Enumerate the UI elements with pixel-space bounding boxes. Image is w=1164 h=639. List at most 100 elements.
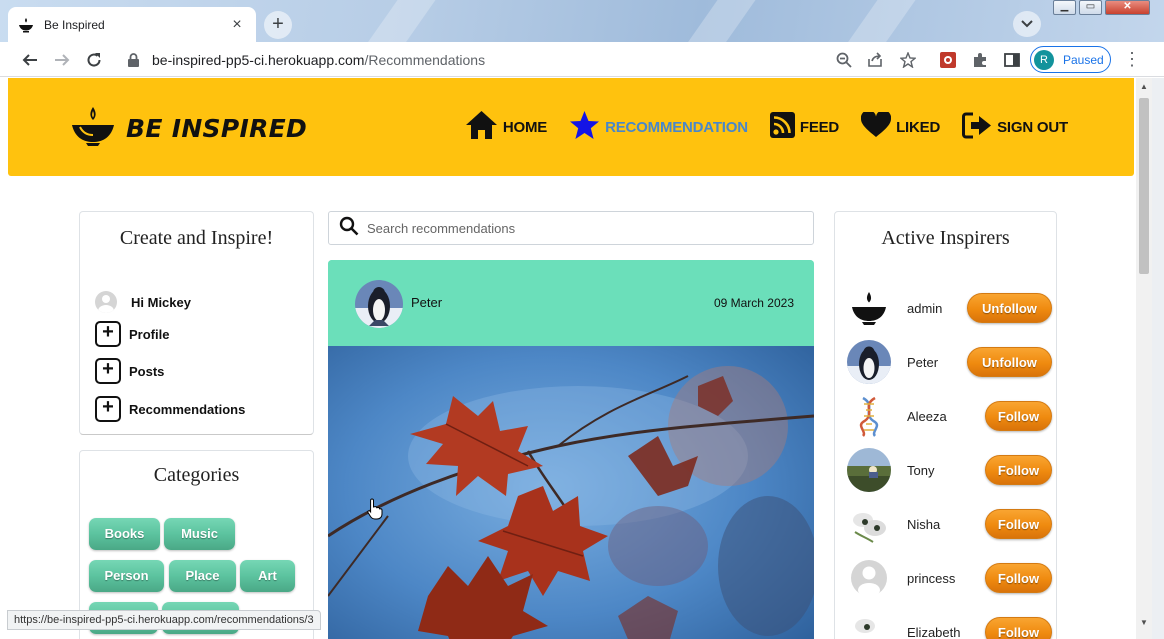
post-author[interactable]: Peter xyxy=(411,295,442,310)
follow-button[interactable]: Follow xyxy=(985,563,1052,593)
profile-status: Paused xyxy=(1063,52,1104,67)
plus-square-icon: + xyxy=(95,396,121,422)
nav-home[interactable]: HOME xyxy=(465,110,547,145)
category-chip-art[interactable]: Art xyxy=(240,560,295,592)
post-author-avatar[interactable] xyxy=(355,280,403,328)
page-viewport: BE INSPIRED HOME RECOMMENDATION FEED LIK… xyxy=(0,78,1136,639)
active-inspirers-card: Active Inspirers admin Unfollow Peter Un… xyxy=(834,211,1057,639)
minimize-window-button[interactable]: ▁ xyxy=(1053,0,1076,15)
unfollow-button[interactable]: Unfollow xyxy=(967,347,1052,377)
close-window-button[interactable]: ✕ xyxy=(1105,0,1150,15)
home-icon xyxy=(465,110,498,145)
nav-liked-label: LIKED xyxy=(896,119,941,136)
category-chip-music[interactable]: Music xyxy=(164,518,235,550)
add-posts-link[interactable]: + Posts xyxy=(95,358,164,384)
inspirer-name[interactable]: princess xyxy=(907,571,967,586)
share-icon[interactable] xyxy=(865,50,885,70)
window-controls: ▁ ▭ ✕ xyxy=(1050,0,1150,15)
main-navigation: HOME RECOMMENDATION FEED LIKED SIGN OUT xyxy=(443,110,1068,145)
site-navbar: BE INSPIRED HOME RECOMMENDATION FEED LIK… xyxy=(8,78,1134,176)
follow-button[interactable]: Follow xyxy=(985,401,1052,431)
forward-arrow-icon[interactable] xyxy=(50,48,74,72)
extension-icon[interactable] xyxy=(938,50,958,70)
add-recommendations-link[interactable]: + Recommendations xyxy=(95,396,245,422)
scroll-up-arrow-icon[interactable]: ▲ xyxy=(1140,82,1148,91)
inspirer-name[interactable]: Aleeza xyxy=(907,409,967,424)
brand-logo[interactable]: BE INSPIRED xyxy=(70,105,307,152)
puzzle-extensions-icon[interactable] xyxy=(970,50,990,70)
search-field[interactable]: Search recommendations xyxy=(328,211,814,245)
follow-button[interactable]: Follow xyxy=(985,617,1052,639)
inspirer-avatar[interactable] xyxy=(847,448,891,492)
inspirer-row: Nisha Follow xyxy=(847,501,1055,547)
nav-liked[interactable]: LIKED xyxy=(860,110,941,143)
inspirer-avatar[interactable] xyxy=(847,502,891,546)
scrollbar-thumb[interactable] xyxy=(1139,98,1149,274)
link-status-bar: https://be-inspired-pp5-ci.herokuapp.com… xyxy=(7,610,321,630)
browser-titlebar: Be Inspired × + ▁ ▭ ✕ xyxy=(0,0,1164,70)
inspirer-name[interactable]: Elizabeth xyxy=(907,625,967,639)
inspirer-avatar[interactable] xyxy=(847,394,891,438)
post-image[interactable] xyxy=(328,346,814,639)
follow-button[interactable]: Follow xyxy=(985,455,1052,485)
scroll-down-arrow-icon[interactable]: ▼ xyxy=(1140,618,1148,627)
inspirer-avatar[interactable] xyxy=(847,556,891,600)
maximize-window-button[interactable]: ▭ xyxy=(1079,0,1102,15)
url-path: /Recommendations xyxy=(364,51,486,68)
user-greeting: Hi Mickey xyxy=(95,291,191,313)
nav-recommendation-label: RECOMMENDATION xyxy=(605,119,748,136)
inspirer-row: Peter Unfollow xyxy=(847,339,1055,385)
side-panel-icon[interactable] xyxy=(1002,50,1022,70)
greeting-text: Hi Mickey xyxy=(131,294,191,310)
create-inspire-card: Create and Inspire! Hi Mickey + Profile … xyxy=(79,211,314,435)
inspirer-row: princess Follow xyxy=(847,555,1055,601)
add-recommendations-label: Recommendations xyxy=(129,401,246,417)
tab-search-chevron-icon[interactable] xyxy=(1013,11,1041,37)
inspirer-avatar[interactable] xyxy=(847,340,891,384)
unfollow-button[interactable]: Unfollow xyxy=(967,293,1052,323)
browser-menu-icon[interactable]: ⋮ xyxy=(1123,50,1141,68)
zoom-icon[interactable] xyxy=(834,50,854,70)
bookmark-star-icon[interactable] xyxy=(898,50,918,70)
inspirer-row: Aleeza Follow xyxy=(847,393,1055,439)
inspirer-name[interactable]: Tony xyxy=(907,463,967,478)
star-icon xyxy=(569,110,600,145)
reload-icon[interactable] xyxy=(82,48,106,72)
inspirer-row: Tony Follow xyxy=(847,447,1055,493)
nav-recommendation[interactable]: RECOMMENDATION xyxy=(569,110,748,145)
search-input[interactable]: Search recommendations xyxy=(367,221,515,236)
page-scrollbar[interactable]: ▲ ▼ xyxy=(1136,78,1152,639)
back-arrow-icon[interactable] xyxy=(18,48,42,72)
profile-avatar: R xyxy=(1034,49,1054,70)
oil-lamp-icon xyxy=(70,105,116,152)
inspirers-title: Active Inspirers xyxy=(881,227,1010,249)
browser-tab[interactable]: Be Inspired × xyxy=(8,7,256,42)
category-chip-place[interactable]: Place xyxy=(169,560,236,592)
user-avatar xyxy=(95,291,117,313)
inspirer-avatar[interactable] xyxy=(847,286,891,330)
sign-out-icon xyxy=(962,112,992,144)
follow-button[interactable]: Follow xyxy=(985,509,1052,539)
inspirer-name[interactable]: Peter xyxy=(907,355,967,370)
categories-title: Categories xyxy=(153,464,240,486)
tab-close-icon[interactable]: × xyxy=(228,16,246,34)
tab-title: Be Inspired xyxy=(44,17,105,32)
profile-button[interactable]: R Paused xyxy=(1030,46,1111,73)
inspirer-name[interactable]: Nisha xyxy=(907,517,967,532)
add-profile-link[interactable]: + Profile xyxy=(95,321,169,347)
inspirer-row: Elizabeth Follow xyxy=(847,609,1055,639)
category-chip-books[interactable]: Books xyxy=(89,518,160,550)
category-chip-person[interactable]: Person xyxy=(89,560,164,592)
browser-toolbar: be-inspired-pp5-ci.herokuapp.com/Recomme… xyxy=(0,42,1164,77)
plus-square-icon: + xyxy=(95,321,121,347)
inspirer-avatar[interactable] xyxy=(847,610,891,639)
nav-feed[interactable]: FEED xyxy=(769,112,840,143)
hand-pointer-cursor-icon xyxy=(367,498,383,525)
recommendation-post[interactable]: Peter 09 March 2023 xyxy=(328,260,814,639)
address-bar[interactable]: be-inspired-pp5-ci.herokuapp.com/Recomme… xyxy=(118,45,818,74)
add-profile-label: Profile xyxy=(129,326,170,342)
nav-sign-out[interactable]: SIGN OUT xyxy=(962,112,1068,144)
new-tab-button[interactable]: + xyxy=(264,11,292,39)
nav-feed-label: FEED xyxy=(799,119,840,136)
inspirer-name[interactable]: admin xyxy=(907,301,967,316)
